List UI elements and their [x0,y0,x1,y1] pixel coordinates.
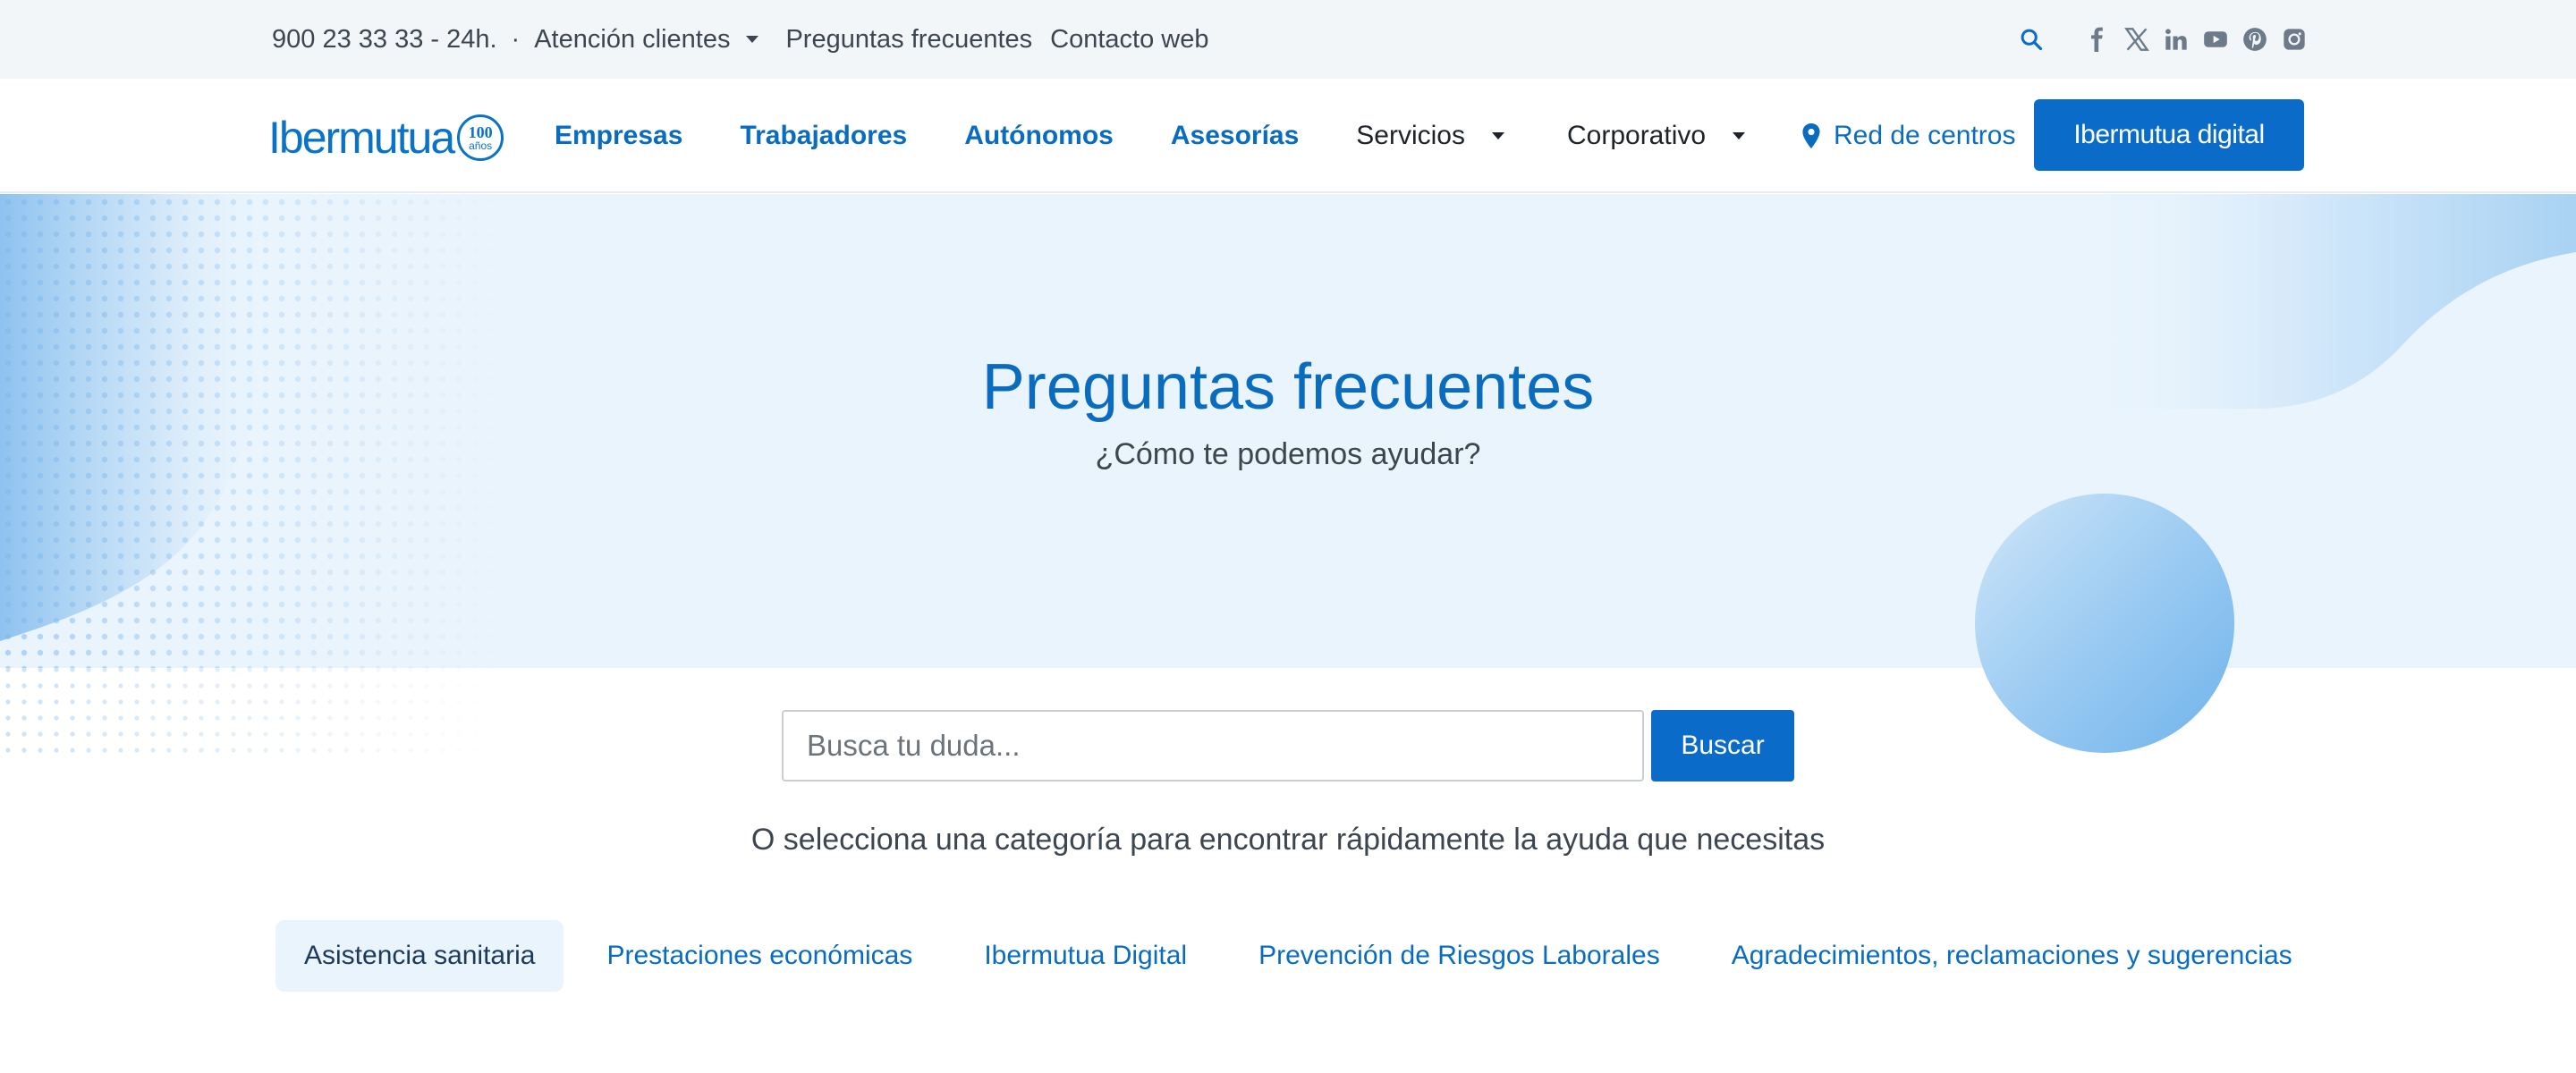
faq-search-input[interactable] [782,710,1644,782]
centenary-badge: 100 años [457,114,504,161]
search-button[interactable]: Buscar [1651,710,1794,782]
contact-link[interactable]: Contacto web [1050,25,1208,55]
atencion-clientes-dropdown[interactable]: Atención clientes [534,24,759,55]
instagram-icon[interactable] [2281,26,2308,53]
page-subtitle: ¿Cómo te podemos ayudar? [1095,437,1481,471]
linkedin-icon[interactable] [2163,26,2190,53]
red-de-centros-label: Red de centros [1834,121,2016,150]
badge-number: 100 [468,123,493,141]
page-title: Preguntas frecuentes [981,351,1595,423]
x-icon[interactable] [2123,26,2150,53]
tab-prevencion-riesgos-laborales[interactable]: Prevención de Riesgos Laborales [1258,920,1660,992]
dot-pattern-decoration [0,662,501,760]
atencion-clientes-label: Atención clientes [534,24,731,54]
main-navigation: Ibermutua 100 años Empresas Trabajadores… [0,79,2576,193]
ibermutua-logo[interactable]: Ibermutua 100 años [268,111,504,165]
search-icon[interactable] [2018,26,2045,53]
facebook-icon[interactable] [2084,26,2111,53]
nav-item-empresas[interactable]: Empresas [555,121,682,151]
nav-item-autonomos[interactable]: Autónomos [964,121,1114,151]
tab-agradecimientos-reclamaciones[interactable]: Agradecimientos, reclamaciones y sugeren… [1732,920,2292,992]
chevron-down-icon [1491,132,1504,139]
category-tabs: Asistencia sanitaria Prestaciones económ… [275,920,2292,992]
servicios-label: Servicios [1356,121,1465,150]
pinterest-icon[interactable] [2241,26,2268,53]
decorative-circle [1975,494,2234,753]
separator-dot: · [511,24,521,54]
nav-menu: Empresas Trabajadores Autónomos Asesoría… [555,79,1746,193]
ibermutua-digital-button[interactable]: Ibermutua digital [2034,99,2304,171]
topbar-right [2018,0,2320,79]
select-category-text: O selecciona una categoría para encontra… [750,823,1826,857]
nav-item-trabajadores[interactable]: Trabajadores [740,121,907,151]
chevron-down-icon [1733,132,1746,139]
nav-item-servicios[interactable]: Servicios [1356,121,1504,151]
topbar-left: 900 23 33 33 - 24h. · Atención clientes … [272,0,1208,79]
youtube-icon[interactable] [2202,26,2229,53]
location-pin-icon [1802,123,1820,148]
chevron-down-icon [746,36,759,43]
logo-wordmark: Ibermutua [268,113,455,163]
top-utility-bar: 900 23 33 33 - 24h. · Atención clientes … [0,0,2576,79]
red-de-centros-link[interactable]: Red de centros [1801,79,2015,193]
nav-item-asesorias[interactable]: Asesorías [1171,121,1299,151]
tab-prestaciones-economicas[interactable]: Prestaciones económicas [606,920,912,992]
badge-text: años [469,139,493,152]
tab-ibermutua-digital[interactable]: Ibermutua Digital [984,920,1187,992]
nav-item-corporativo[interactable]: Corporativo [1566,121,1746,151]
phone-number[interactable]: 900 23 33 33 - 24h. [272,25,497,55]
faq-link[interactable]: Preguntas frecuentes [785,25,1032,55]
corporativo-label: Corporativo [1566,121,1707,150]
tab-asistencia-sanitaria[interactable]: Asistencia sanitaria [275,920,564,992]
